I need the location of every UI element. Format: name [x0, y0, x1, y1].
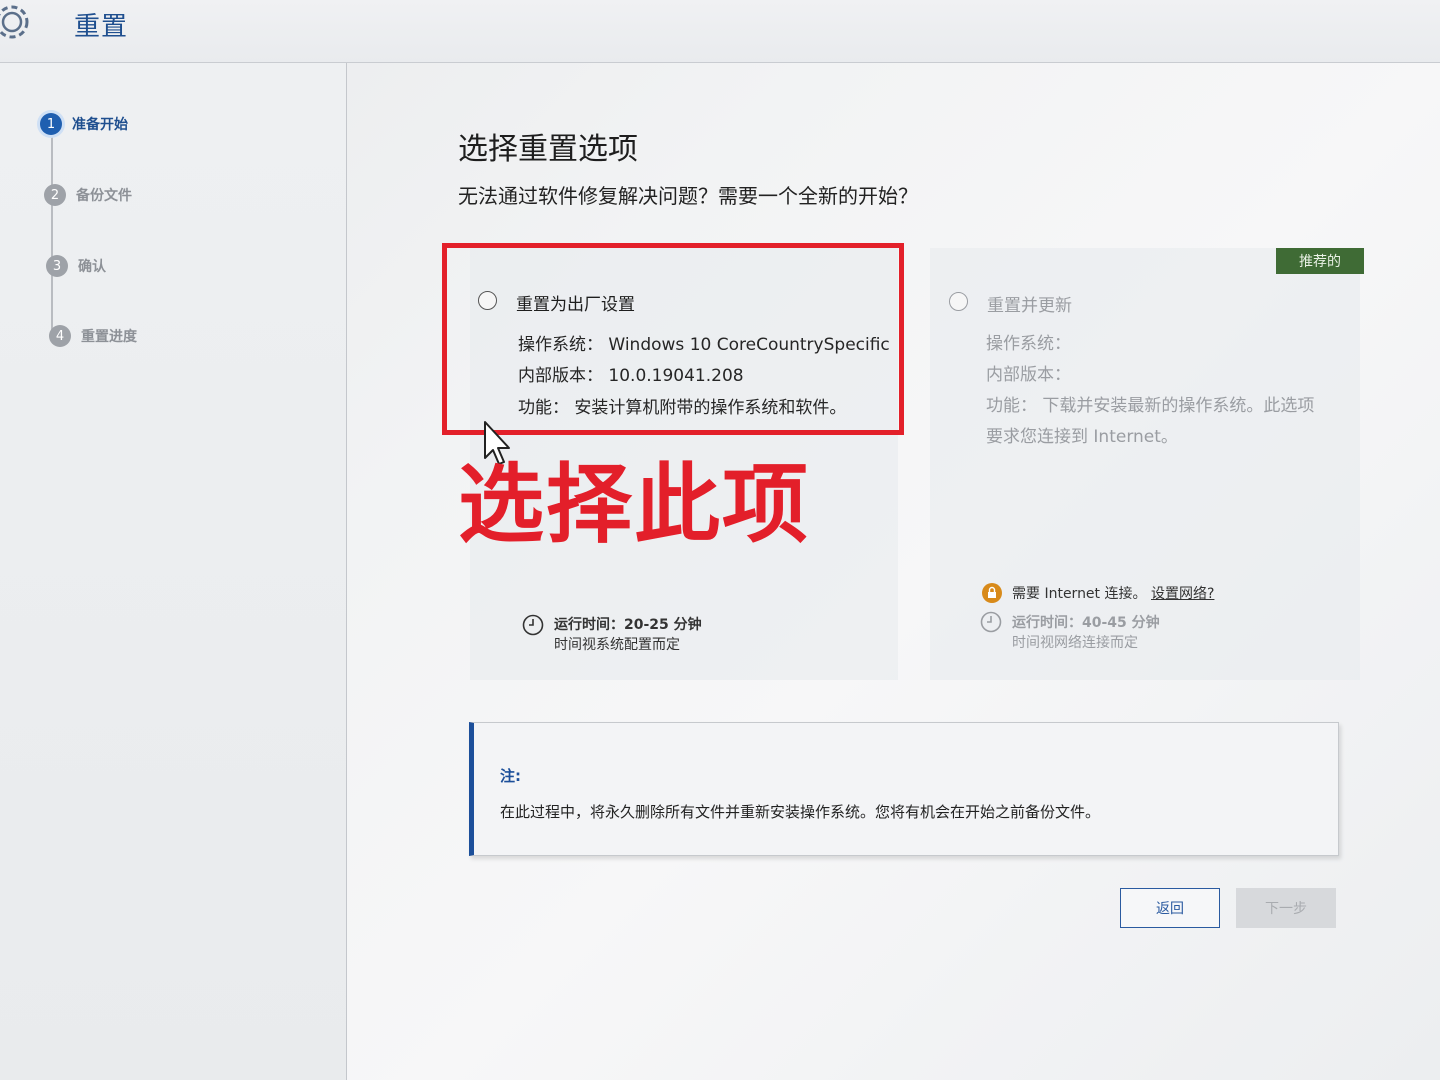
step-label: 重置进度	[81, 329, 137, 345]
title-bar: 重置	[0, 0, 1440, 63]
step-number: 4	[49, 325, 71, 347]
app-title: 重置	[74, 12, 129, 42]
reset-update-time: 运行时间：40-45 分钟	[1012, 615, 1160, 631]
highlight-box	[442, 243, 904, 435]
factory-reset-time: 运行时间：20-25 分钟	[554, 617, 702, 633]
recommended-badge: 推荐的	[1276, 248, 1364, 274]
step-number: 3	[46, 255, 68, 277]
reset-update-feature: 功能： 下载并安装最新的操作系统。此选项	[986, 396, 1315, 416]
reset-update-title: 重置并更新	[987, 296, 1072, 316]
setup-network-link[interactable]: 设置网络?	[1151, 583, 1214, 603]
next-button[interactable]: 下一步	[1236, 888, 1336, 928]
factory-reset-time-note: 时间视系统配置而定	[554, 637, 680, 653]
step-label: 备份文件	[76, 188, 132, 204]
back-button[interactable]: 返回	[1120, 888, 1220, 928]
page-subtitle: 无法通过软件修复解决问题？需要一个全新的开始？	[458, 184, 918, 208]
step-connector	[51, 135, 53, 335]
annotation-callout: 选择此项	[458, 455, 810, 555]
step-confirm[interactable]: 3 确认	[46, 255, 106, 277]
step-number: 1	[40, 113, 62, 135]
clock-icon	[522, 614, 544, 636]
step-label: 准备开始	[72, 117, 128, 133]
gear-icon	[0, 5, 29, 39]
reset-update-feature-cont: 要求您连接到 Internet。	[986, 427, 1178, 447]
clock-icon	[980, 611, 1002, 633]
step-number: 2	[44, 184, 66, 206]
step-backup[interactable]: 2 备份文件	[44, 184, 132, 206]
reset-update-build: 内部版本：	[986, 365, 1071, 385]
step-prepare[interactable]: 1 准备开始	[40, 113, 128, 135]
step-label: 确认	[78, 259, 106, 275]
internet-required-text: 需要 Internet 连接。	[1012, 586, 1147, 602]
note-title: 注:	[500, 767, 521, 785]
reset-update-os: 操作系统：	[986, 334, 1071, 354]
warning-note: 注: 在此过程中，将永久删除所有文件并重新安装操作系统。您将有机会在开始之前备份…	[469, 722, 1339, 856]
reset-update-time-note: 时间视网络连接而定	[1012, 635, 1138, 651]
step-progress[interactable]: 4 重置进度	[49, 325, 137, 347]
reset-update-radio[interactable]	[949, 292, 968, 311]
page-title: 选择重置选项	[458, 132, 638, 167]
note-text: 在此过程中，将永久删除所有文件并重新安装操作系统。您将有机会在开始之前备份文件。	[500, 803, 1101, 821]
sidebar: 1 准备开始 2 备份文件 3 确认 4 重置进度	[0, 63, 347, 1080]
lock-icon	[982, 583, 1002, 603]
